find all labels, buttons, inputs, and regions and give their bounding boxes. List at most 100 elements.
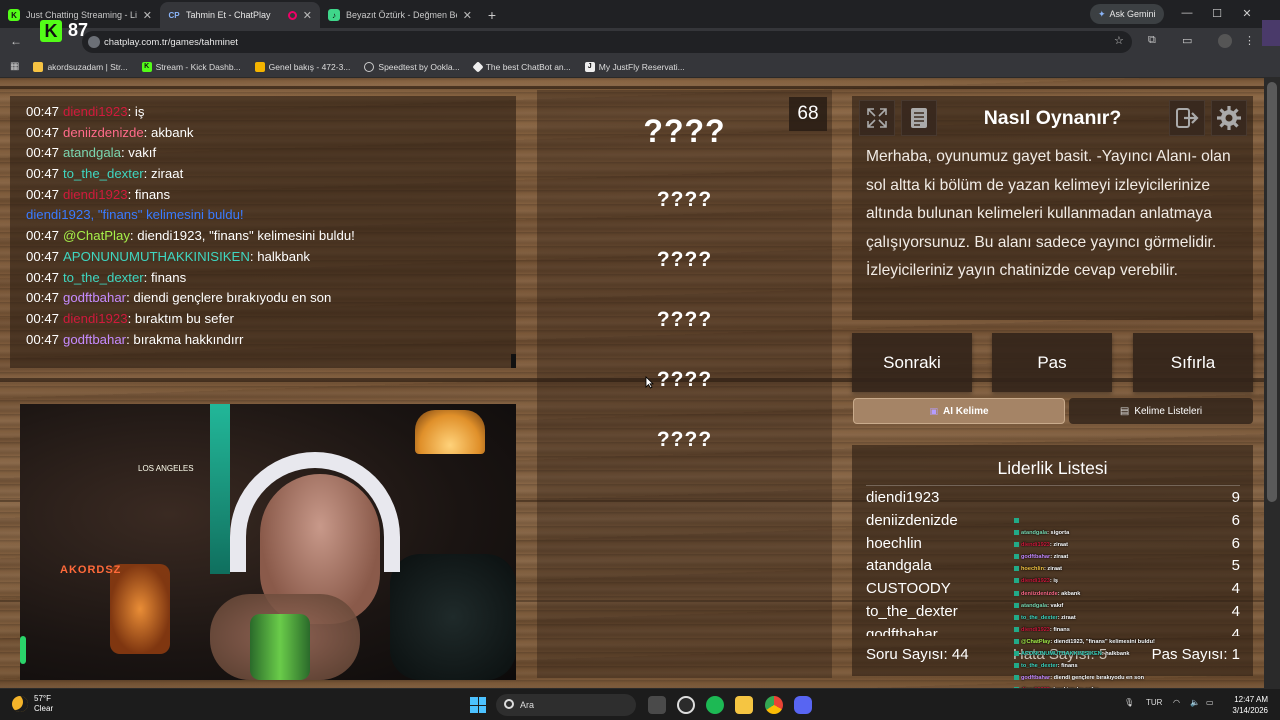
player-name: diendi1923 <box>866 489 940 506</box>
ai-word-tab[interactable]: ▣ AI Kelime <box>853 398 1065 424</box>
overlay-chat-message <box>1014 515 1184 527</box>
language-indicator[interactable]: TUR <box>1146 698 1162 707</box>
overlay-chat-message: atandgala: sigorta <box>1014 527 1184 539</box>
ask-gemini-button[interactable]: ✦ Ask Gemini <box>1090 4 1164 24</box>
chat-username[interactable]: to_the_dexter <box>63 270 144 285</box>
search-label: Ara <box>520 700 535 710</box>
bookmark-item[interactable]: K Stream - Kick Dashb... <box>141 61 241 72</box>
chat-message: 00:47 diendi1923: iş <box>26 102 516 123</box>
tab-chatplay[interactable]: CP Tahmin Et - ChatPlay ✕ <box>160 2 320 28</box>
microphone-icon[interactable]: 🎙 <box>1124 698 1134 707</box>
chat-username[interactable]: atandgala <box>63 145 121 160</box>
close-tab-icon[interactable]: ✕ <box>143 9 152 22</box>
exit-icon[interactable] <box>1169 100 1205 136</box>
discord-icon[interactable] <box>794 696 812 714</box>
new-tab-button[interactable]: + <box>480 2 504 28</box>
cast-icon[interactable]: ▭ <box>1182 34 1192 47</box>
word-lists-tab[interactable]: ▤ Kelime Listeleri <box>1069 398 1253 424</box>
bookmark-item[interactable]: The best ChatBot an... <box>472 60 571 73</box>
close-tab-icon[interactable]: ✕ <box>303 9 312 22</box>
overlay-chat-message: deniizdenizde: akbank <box>1014 588 1184 600</box>
task-view-icon[interactable] <box>648 696 666 714</box>
wifi-icon[interactable]: ◠ <box>1173 698 1180 707</box>
overlay-chat-message: godftbahar: ziraat <box>1014 551 1184 563</box>
chat-badge-icon <box>1014 578 1019 584</box>
bookmark-star-icon[interactable]: ☆ <box>1114 34 1124 47</box>
document-icon[interactable] <box>901 100 937 136</box>
pass-button[interactable]: Pas <box>992 333 1112 392</box>
hidden-word: ???? <box>656 308 713 331</box>
lamp <box>110 564 170 654</box>
overlay-username: hoechlin <box>1021 566 1044 573</box>
bookmark-item[interactable]: akordsuzadam | Str... <box>33 61 128 72</box>
address-bar[interactable]: chatplay.com.tr/games/tahminet <box>82 31 1132 53</box>
extensions-icon[interactable]: ⧉ <box>1148 34 1156 47</box>
player-name: atandgala <box>866 557 932 575</box>
chatbot-icon <box>472 60 484 73</box>
obs-icon[interactable] <box>677 696 695 714</box>
chat-badge-icon <box>1014 554 1019 560</box>
settings-gear-icon[interactable] <box>1211 100 1247 136</box>
profile-avatar[interactable] <box>1218 34 1232 48</box>
bookmark-item[interactable]: Genel bakış - 472-3... <box>254 61 350 72</box>
reset-button[interactable]: Sıfırla <box>1133 333 1253 392</box>
back-arrow-icon[interactable]: ← <box>10 34 22 48</box>
chat-text: : akbank <box>143 124 194 140</box>
chrome-icon[interactable] <box>765 696 783 714</box>
chat-username[interactable]: @ChatPlay <box>63 228 130 243</box>
bookmark-item[interactable]: J My JustFly Reservati... <box>584 61 685 72</box>
next-button[interactable]: Sonraki <box>852 333 972 392</box>
spotify-icon[interactable] <box>706 696 724 714</box>
chat-username[interactable]: diendi1923 <box>63 311 128 326</box>
chat-username[interactable]: godftbahar <box>63 332 126 347</box>
apps-grid-icon[interactable]: ▦ <box>10 61 19 72</box>
how-to-play-title: Nasıl Oynanır? <box>983 107 1122 129</box>
minimize-icon[interactable]: — <box>1172 0 1202 26</box>
neon-sign: AKORDSZ <box>60 564 122 576</box>
bookmark-label: Speedtest by Ookla... <box>378 61 460 72</box>
fullscreen-icon[interactable] <box>859 100 895 136</box>
chat-resize-handle[interactable] <box>511 354 516 368</box>
bookmark-item[interactable]: Speedtest by Ookla... <box>364 61 460 72</box>
chat-username[interactable]: APONUNUMUTHAKKINISIKEN <box>63 249 250 264</box>
overlay-text: : halkbank <box>1101 651 1130 658</box>
close-tab-icon[interactable]: ✕ <box>463 9 472 22</box>
taskbar-clock[interactable]: 12:47 AM 3/14/2026 <box>1222 694 1268 716</box>
volume-icon[interactable]: 🔈 <box>1190 698 1200 707</box>
chat-message: 00:47 @ChatPlay: diendi1923, "finans" kel… <box>26 226 516 247</box>
chat-text: : bırakma hakkındırr <box>126 331 244 347</box>
chat-badge-icon <box>1014 663 1019 669</box>
chat-username[interactable]: diendi1923, "finans" kelimesini buldu! <box>26 207 244 222</box>
file-explorer-icon[interactable] <box>735 696 753 714</box>
taskbar-search[interactable]: Ara <box>496 694 636 716</box>
search-icon <box>504 699 514 709</box>
site-info-icon[interactable] <box>88 36 100 48</box>
chat-message: 00:47 atandgala: vakıf <box>26 143 516 164</box>
player-score: 6 <box>1231 511 1240 529</box>
chat-username[interactable]: to_the_dexter <box>63 166 144 181</box>
battery-icon[interactable]: ▭ <box>1206 698 1214 707</box>
tab-strip: K Just Chatting Streaming - Live ✕ CP Ta… <box>0 0 1280 28</box>
ai-word-label: AI Kelime <box>942 405 989 417</box>
chat-username[interactable]: godftbahar <box>63 290 126 305</box>
lamp <box>415 410 485 454</box>
overlay-username: godftbahar <box>1021 675 1051 682</box>
chat-text: : halkbank <box>249 248 310 264</box>
overlay-text: : diendi gençlere bırakıyodu en son <box>1050 675 1145 682</box>
justfly-icon: J <box>584 61 595 72</box>
overlay-username: deniizdenizde <box>1021 590 1058 597</box>
analytics-icon <box>254 61 265 72</box>
bookmarks-bar: ▦ akordsuzadam | Str... K Stream - Kick D… <box>0 56 1280 78</box>
menu-kebab-icon[interactable]: ⋮ <box>1244 34 1255 47</box>
weather-widget[interactable]: 57°F Clear <box>12 694 53 714</box>
chat-username[interactable]: diendi1923 <box>63 104 128 119</box>
close-window-icon[interactable]: ✕ <box>1232 0 1262 26</box>
tab-music[interactable]: ♪ Beyazıt Öztürk - Değmen Benim ✕ <box>320 2 480 28</box>
chat-username[interactable]: deniizdenizde <box>63 125 144 140</box>
chair <box>390 554 516 680</box>
windows-start-icon[interactable] <box>470 697 486 713</box>
maximize-icon[interactable]: ☐ <box>1202 0 1232 26</box>
chat-timestamp: 00:47 <box>26 310 60 326</box>
page-scrollbar-thumb[interactable] <box>1267 82 1277 502</box>
chat-username[interactable]: diendi1923 <box>63 187 128 202</box>
